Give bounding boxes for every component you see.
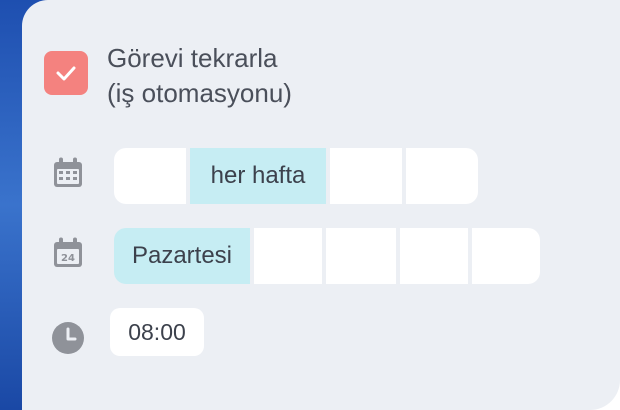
repeat-task-checkbox[interactable]: [44, 51, 88, 95]
frequency-segmented-control: her hafta: [114, 148, 478, 204]
frequency-option-3[interactable]: [330, 148, 402, 204]
repeat-task-title-line2: (iş otomasyonu): [107, 78, 292, 108]
time-input[interactable]: 08:00: [110, 308, 204, 356]
frequency-option-1[interactable]: [114, 148, 186, 204]
frequency-option-weekly[interactable]: her hafta: [190, 148, 326, 204]
weekday-option-monday[interactable]: Pazartesi: [114, 228, 250, 284]
weekday-segmented-control: Pazartesi: [114, 228, 540, 284]
weekday-option-3[interactable]: [326, 228, 396, 284]
calendar-day-icon: 24: [50, 235, 86, 271]
frequency-option-4[interactable]: [406, 148, 478, 204]
weekday-option-4[interactable]: [400, 228, 468, 284]
calendar-grid-icon: [50, 155, 86, 191]
repeat-task-title: Görevi tekrarla (iş otomasyonu): [107, 41, 427, 111]
checkmark-icon: [56, 66, 76, 81]
weekday-option-2[interactable]: [254, 228, 322, 284]
weekday-option-5[interactable]: [472, 228, 540, 284]
repeat-task-title-line1: Görevi tekrarla: [107, 43, 278, 73]
calendar-day-number: 24: [61, 253, 75, 264]
clock-icon: [50, 320, 86, 356]
